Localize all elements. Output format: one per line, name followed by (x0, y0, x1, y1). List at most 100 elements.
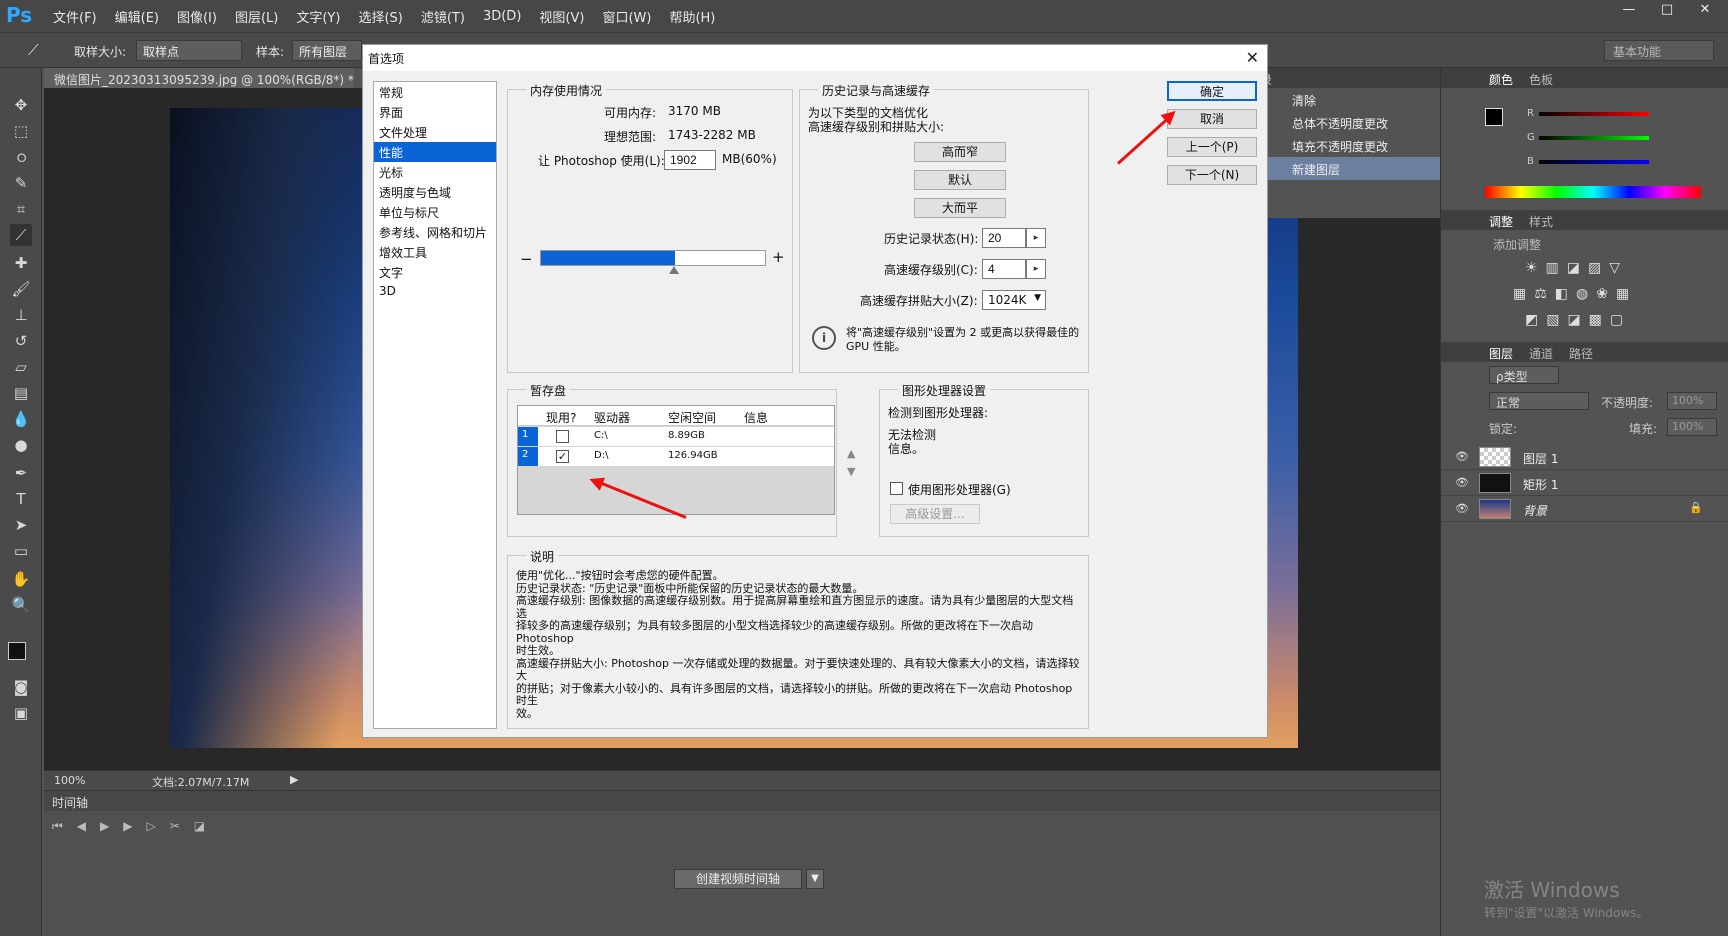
channel-g-slider[interactable] (1539, 136, 1649, 140)
channel-r-slider[interactable] (1539, 112, 1649, 116)
tab-styles[interactable]: 样式 (1529, 213, 1553, 230)
memory-slider[interactable] (540, 250, 766, 266)
stamp-tool-icon[interactable]: ⊥ (10, 304, 32, 326)
memory-use-input[interactable] (664, 150, 716, 170)
menu-filter[interactable]: 滤镜(T) (412, 7, 474, 26)
color-foreground-swatch[interactable] (1485, 108, 1503, 126)
big-flat-button[interactable]: 大而平 (914, 198, 1006, 218)
menu-type[interactable]: 文字(Y) (287, 7, 349, 26)
dialog-close-icon[interactable]: ✕ (1246, 48, 1259, 67)
maximize-button[interactable]: □ (1650, 2, 1684, 20)
menu-3d[interactable]: 3D(D) (474, 9, 530, 24)
foreground-color-swatch[interactable] (8, 642, 26, 660)
layer-row[interactable]: 👁 矩形 1 (1441, 470, 1728, 496)
history-item[interactable]: 总体不透明度更改 (1240, 111, 1440, 134)
move-up-icon[interactable]: ▲ (847, 447, 855, 460)
nav-guides-grid[interactable]: 参考线、网格和切片 (374, 222, 496, 242)
hand-tool-icon[interactable]: ✋ (10, 568, 32, 590)
next-button[interactable]: 下一个(N) (1167, 165, 1257, 185)
nav-units-rulers[interactable]: 单位与标尺 (374, 202, 496, 222)
history-item[interactable]: 填充不透明度更改 (1240, 134, 1440, 157)
menu-window[interactable]: 窗口(W) (593, 7, 660, 26)
document-tab[interactable]: 微信图片_20230313095239.jpg @ 100%(RGB/8*) *… (44, 68, 374, 88)
nav-transparency[interactable]: 透明度与色域 (374, 182, 496, 202)
shape-tool-icon[interactable]: ▭ (10, 540, 32, 562)
menu-view[interactable]: 视图(V) (530, 7, 593, 26)
nav-file-handling[interactable]: 文件处理 (374, 122, 496, 142)
healing-brush-tool-icon[interactable]: ✚ (10, 252, 32, 274)
adjustment-icons-row1[interactable]: ☀▥◪▨▽ (1525, 260, 1628, 276)
tab-color[interactable]: 颜色 (1489, 71, 1513, 88)
visibility-eye-icon[interactable]: 👁 (1455, 476, 1469, 490)
nav-general[interactable]: 常规 (374, 82, 496, 102)
move-down-icon[interactable]: ▼ (847, 465, 855, 478)
opacity-input[interactable]: 100% (1667, 392, 1717, 410)
eraser-tool-icon[interactable]: ▱ (10, 356, 32, 378)
scratch-active-checkbox[interactable]: ✓ (556, 450, 569, 463)
quick-select-tool-icon[interactable]: ✎ (10, 172, 32, 194)
tall-thin-button[interactable]: 高而窄 (914, 142, 1006, 162)
blend-mode-select[interactable]: 正常 (1489, 392, 1589, 410)
visibility-eye-icon[interactable]: 👁 (1455, 502, 1469, 516)
nav-type[interactable]: 文字 (374, 262, 496, 282)
path-select-tool-icon[interactable]: ➤ (10, 514, 32, 536)
dodge-tool-icon[interactable]: ● (10, 434, 32, 456)
pen-tool-icon[interactable]: ✒ (10, 462, 32, 484)
memory-slider-thumb[interactable] (669, 266, 680, 274)
layer-filter-select[interactable]: ρ类型 (1489, 366, 1559, 384)
history-item[interactable]: 清除 (1240, 88, 1440, 111)
eyedropper-icon[interactable]: ⟋ (28, 41, 39, 59)
tab-channels[interactable]: 通道 (1529, 345, 1553, 362)
memory-increase-icon[interactable]: + (772, 248, 785, 266)
cache-levels-input[interactable] (982, 259, 1026, 279)
layer-row[interactable]: 👁 背景 🔒 (1441, 496, 1728, 522)
memory-decrease-icon[interactable]: − (520, 250, 533, 268)
zoom-level[interactable]: 100% (54, 774, 85, 787)
sample-select[interactable]: 所有图层 (292, 40, 362, 61)
move-tool-icon[interactable]: ✥ (10, 94, 32, 116)
nav-cursors[interactable]: 光标 (374, 162, 496, 182)
timeline-playback-controls-icon[interactable]: ⏮◀▶▶▷✂◪ (52, 819, 219, 834)
scratch-row[interactable]: 1 C:\ 8.89GB (518, 427, 834, 446)
nav-plugins[interactable]: 增效工具 (374, 242, 496, 262)
cancel-button[interactable]: 取消 (1167, 109, 1257, 129)
close-window-button[interactable]: ✕ (1688, 2, 1722, 20)
sample-size-select[interactable]: 取样点 (136, 40, 242, 61)
minimize-button[interactable]: — (1612, 2, 1646, 20)
history-brush-tool-icon[interactable]: ↺ (10, 330, 32, 352)
screen-mode-icon[interactable]: ▣ (10, 702, 32, 724)
tab-paths[interactable]: 路径 (1569, 345, 1593, 362)
visibility-eye-icon[interactable]: 👁 (1455, 450, 1469, 464)
cache-tile-size-select[interactable]: 1024K ▼ (982, 290, 1046, 310)
create-video-timeline-button[interactable]: 创建视频时间轴 (674, 869, 802, 889)
lasso-tool-icon[interactable]: ഠ (10, 146, 32, 168)
advanced-settings-button[interactable]: 高级设置... (890, 504, 980, 524)
history-states-stepper-icon[interactable]: ▸ (1026, 228, 1046, 248)
menu-help[interactable]: 帮助(H) (660, 7, 724, 26)
history-states-input[interactable] (982, 228, 1026, 248)
color-spectrum-bar[interactable] (1485, 186, 1701, 198)
type-tool-icon[interactable]: T (10, 488, 32, 510)
menu-select[interactable]: 选择(S) (349, 7, 411, 26)
channel-b-slider[interactable] (1539, 160, 1649, 164)
tab-swatches[interactable]: 色板 (1529, 71, 1553, 88)
workspace-select[interactable]: 基本功能 (1604, 40, 1714, 61)
blur-tool-icon[interactable]: 💧 (10, 408, 32, 430)
cache-levels-stepper-icon[interactable]: ▸ (1026, 259, 1046, 279)
fill-input[interactable]: 100% (1667, 418, 1717, 436)
menu-edit[interactable]: 编辑(E) (106, 7, 168, 26)
menu-image[interactable]: 图像(I) (168, 7, 226, 26)
tab-adjustments[interactable]: 调整 (1489, 213, 1513, 230)
scratch-row[interactable]: 2 ✓ D:\ 126.94GB (518, 447, 834, 466)
status-menu-arrow-icon[interactable]: ▶ (290, 773, 298, 786)
adjustment-icons-row3[interactable]: ◩▧◪▩▢ (1525, 312, 1631, 328)
quick-mask-icon[interactable]: ◙ (10, 676, 32, 698)
ok-button[interactable]: 确定 (1167, 81, 1257, 101)
timeline-dropdown-icon[interactable]: ▼ (806, 869, 824, 889)
layer-row[interactable]: 👁 图层 1 (1441, 444, 1728, 470)
history-item-selected[interactable]: 新建图层 (1240, 157, 1440, 180)
brush-tool-icon[interactable]: 🖌 (10, 278, 32, 300)
eyedropper-tool-icon[interactable]: ⟋ (10, 224, 32, 246)
nav-3d[interactable]: 3D (374, 282, 496, 302)
scratch-active-checkbox[interactable] (556, 430, 569, 443)
